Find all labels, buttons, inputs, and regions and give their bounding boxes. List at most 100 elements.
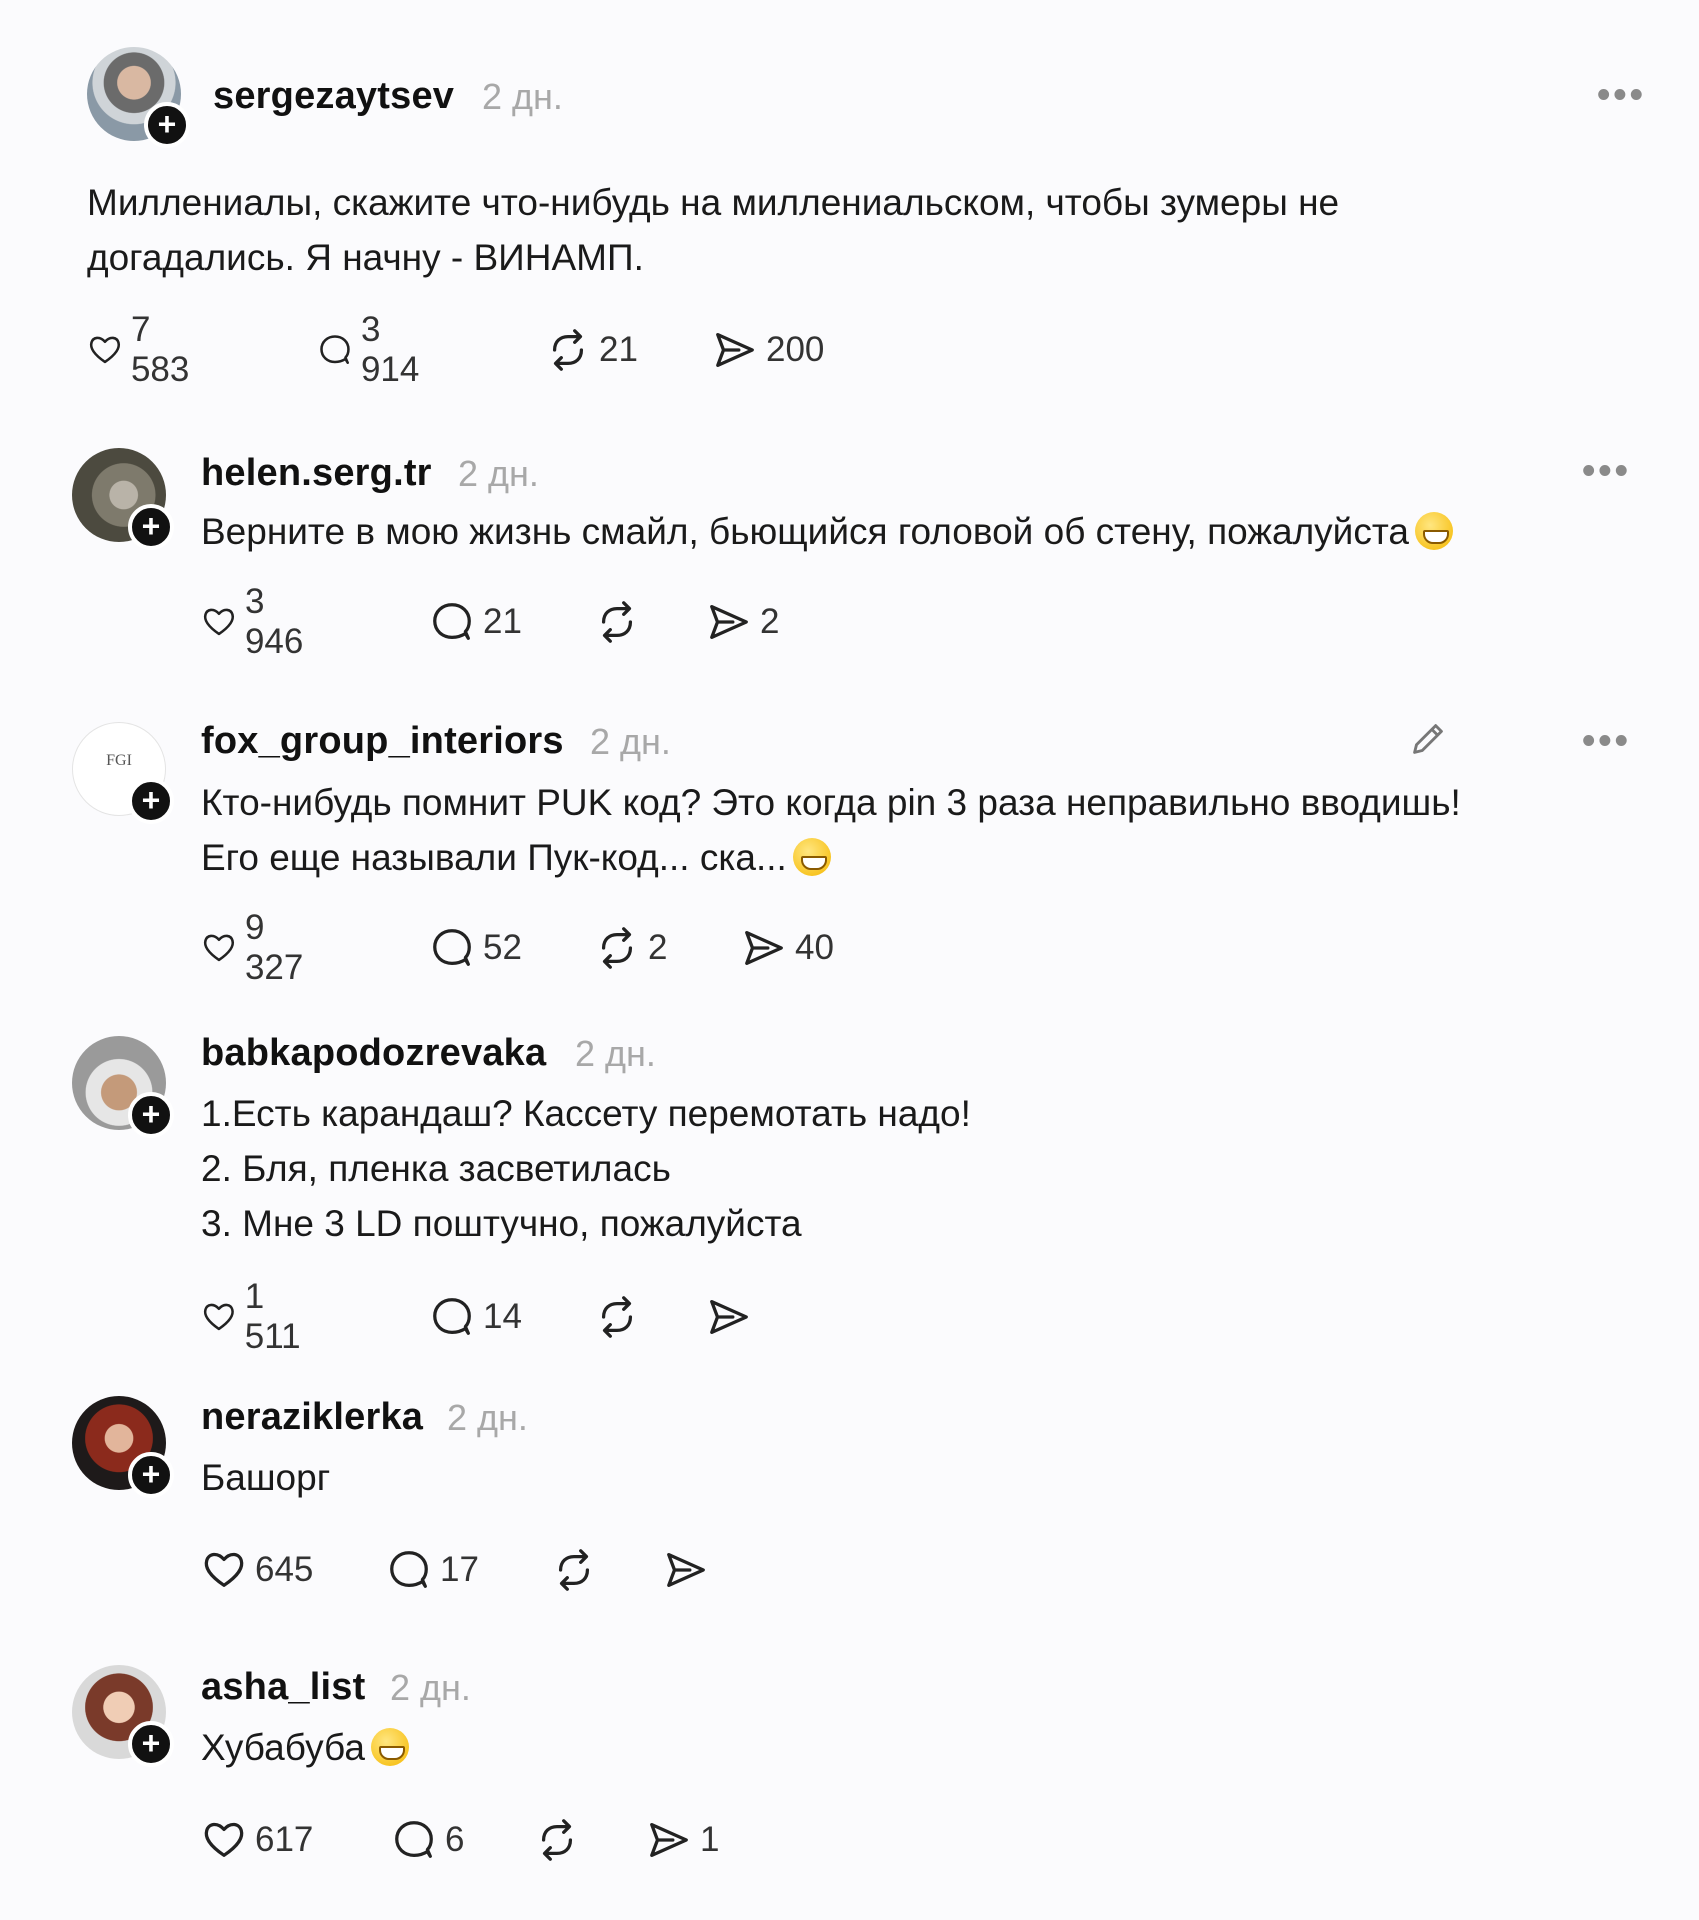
- like-button[interactable]: 645: [201, 1545, 313, 1595]
- username[interactable]: asha_list: [201, 1666, 365, 1709]
- send-icon: [663, 1547, 709, 1593]
- post-text-line: Миллениалы, скажите что-нибудь на миллен…: [87, 182, 1340, 223]
- comment-text: Башорг: [201, 1450, 330, 1505]
- share-button[interactable]: [663, 1545, 709, 1595]
- repost-count: 2: [648, 928, 668, 967]
- like-count: 9 327: [244, 908, 304, 987]
- follow-plus-icon[interactable]: +: [128, 1721, 174, 1767]
- comment-text: Хубабуба: [201, 1720, 409, 1775]
- repost-button[interactable]: [534, 1815, 580, 1865]
- post-time: 2 дн.: [482, 76, 563, 117]
- avatar-logo-text: FGI: [106, 752, 132, 769]
- follow-plus-icon[interactable]: +: [128, 504, 174, 550]
- reply-button[interactable]: 3 914: [317, 310, 429, 389]
- avatar[interactable]: +: [72, 1036, 174, 1138]
- repost-button[interactable]: [594, 597, 640, 647]
- like-count: 3 946: [244, 582, 304, 661]
- like-count: 1 511: [244, 1277, 301, 1356]
- reply-button[interactable]: 6: [391, 1815, 464, 1865]
- avatar[interactable]: +: [87, 47, 190, 148]
- comment-time: 2 дн.: [458, 453, 539, 494]
- username[interactable]: fox_group_interiors: [201, 720, 564, 763]
- username[interactable]: babkapodozrevaka: [201, 1032, 546, 1075]
- comment-time: 2 дн.: [590, 721, 671, 762]
- follow-plus-icon[interactable]: +: [144, 102, 190, 148]
- comment-text: 1.Есть карандаш? Кассету перемотать надо…: [201, 1086, 971, 1251]
- reply-count: 14: [483, 1297, 522, 1336]
- heart-icon: [201, 1817, 247, 1863]
- like-count: 7 583: [130, 310, 190, 389]
- pencil-icon[interactable]: [1405, 716, 1451, 762]
- avatar[interactable]: FGI +: [72, 722, 174, 824]
- avatar[interactable]: +: [72, 1396, 174, 1498]
- share-count: 40: [795, 928, 834, 967]
- avatar[interactable]: +: [72, 1665, 174, 1767]
- repost-arrows-icon: [594, 925, 640, 971]
- comment: FGI + fox_group_interiors 2 дн. ••• Кто-…: [0, 700, 1699, 1000]
- reply-count: 17: [440, 1550, 479, 1589]
- follow-plus-icon[interactable]: +: [128, 1452, 174, 1498]
- comment-text: Верните в мою жизнь смайл, бьющийся голо…: [201, 504, 1453, 559]
- comment: + helen.serg.tr 2 дн. ••• Верните в мою …: [0, 430, 1699, 670]
- main-post: + sergezaytsev 2 дн. ••• Миллениалы, ска…: [0, 0, 1699, 400]
- repost-button[interactable]: [594, 1292, 640, 1342]
- comment: + asha_list 2 дн. Хубабуба 617 6 1: [0, 1640, 1699, 1900]
- send-icon: [706, 1294, 752, 1340]
- reply-button[interactable]: 52: [429, 923, 522, 973]
- follow-plus-icon[interactable]: +: [128, 778, 174, 824]
- repost-arrows-icon: [545, 327, 591, 373]
- username[interactable]: sergezaytsev: [213, 75, 454, 118]
- comment-text-line: 3. Мне 3 LD поштучно, пожалуйста: [201, 1203, 802, 1244]
- comment-text-line: Башорг: [201, 1457, 331, 1498]
- share-button[interactable]: 40: [741, 923, 834, 973]
- share-button[interactable]: [706, 1292, 752, 1342]
- comment-text-line: Кто-нибудь помнит PUK код? Это когда pin…: [201, 782, 1461, 823]
- repost-button[interactable]: [551, 1545, 597, 1595]
- comment-bubble-icon: [317, 327, 353, 373]
- share-count: 200: [766, 330, 825, 369]
- comment-bubble-icon: [386, 1547, 432, 1593]
- share-button[interactable]: 1: [646, 1815, 719, 1865]
- comment-text-line: 1.Есть карандаш? Кассету перемотать надо…: [201, 1093, 971, 1134]
- reply-count: 21: [483, 602, 522, 641]
- comment-time: 2 дн.: [575, 1033, 656, 1074]
- reply-button[interactable]: 21: [429, 597, 522, 647]
- laughing-emoji-icon: [792, 838, 831, 876]
- repost-button[interactable]: 2: [594, 923, 667, 973]
- like-button[interactable]: 7 583: [87, 310, 199, 389]
- like-button[interactable]: 3 946: [201, 582, 313, 661]
- comment: + babkapodozrevaka 2 дн. 1.Есть карандаш…: [0, 1010, 1699, 1356]
- reply-button[interactable]: 14: [429, 1292, 522, 1342]
- repost-arrows-icon: [534, 1817, 580, 1863]
- reply-count: 52: [483, 928, 522, 967]
- more-dots-icon[interactable]: •••: [1597, 74, 1646, 117]
- like-count: 617: [255, 1820, 314, 1859]
- repost-arrows-icon: [594, 599, 640, 645]
- like-button[interactable]: 617: [201, 1815, 313, 1865]
- repost-count: 21: [599, 330, 638, 369]
- comment-time: 2 дн.: [447, 1397, 528, 1438]
- follow-plus-icon[interactable]: +: [128, 1092, 174, 1138]
- reply-count: 6: [445, 1820, 465, 1859]
- share-button[interactable]: 200: [712, 325, 824, 375]
- username[interactable]: helen.serg.tr: [201, 452, 432, 495]
- share-button[interactable]: 2: [706, 597, 779, 647]
- heart-icon: [201, 1547, 247, 1593]
- comment-text-line: Хубабуба: [201, 1720, 409, 1775]
- comment-text-line: 2. Бля, пленка засветилась: [201, 1148, 671, 1189]
- repost-button[interactable]: 21: [545, 325, 638, 375]
- avatar[interactable]: +: [72, 448, 174, 550]
- share-count: 1: [700, 1820, 720, 1859]
- reply-button[interactable]: 17: [386, 1545, 479, 1595]
- comment-bubble-icon: [429, 599, 475, 645]
- more-dots-icon[interactable]: •••: [1582, 450, 1631, 493]
- comment-bubble-icon: [429, 925, 475, 971]
- send-icon: [706, 599, 752, 645]
- like-count: 645: [255, 1550, 314, 1589]
- comment-text-line: Верните в мою жизнь смайл, бьющийся голо…: [201, 504, 1453, 559]
- like-button[interactable]: 9 327: [201, 908, 313, 987]
- more-dots-icon[interactable]: •••: [1582, 720, 1631, 763]
- username[interactable]: neraziklerka: [201, 1396, 423, 1439]
- repost-arrows-icon: [551, 1547, 597, 1593]
- like-button[interactable]: 1 511: [201, 1277, 311, 1356]
